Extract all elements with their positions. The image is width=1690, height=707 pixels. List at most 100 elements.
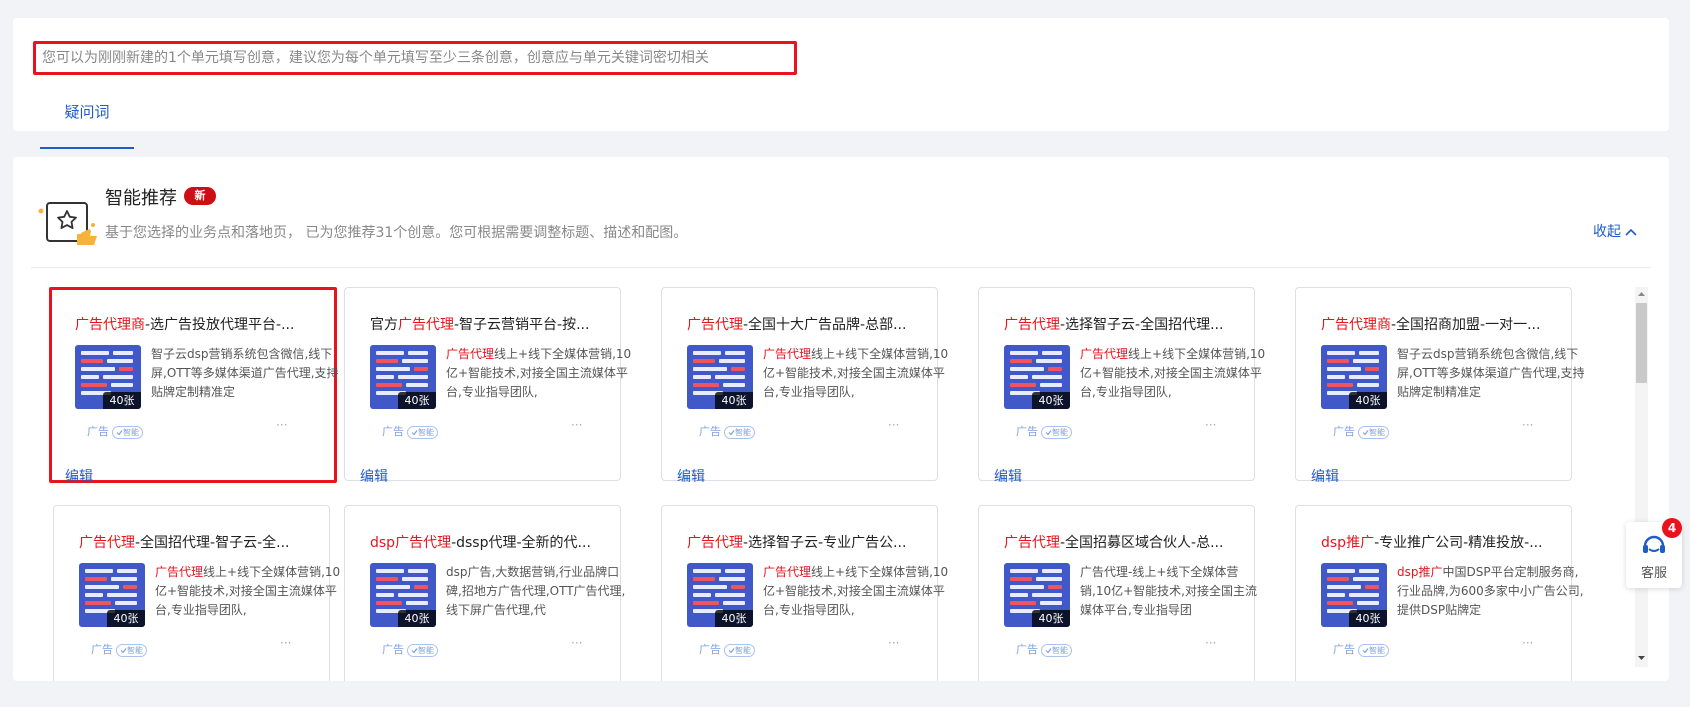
card-description: 广告代理线上+线下全媒体营销,10亿+智能技术,对接全国主流媒体平台,专业指导团… — [763, 345, 951, 402]
card-image[interactable]: 40张 — [1004, 345, 1070, 409]
image-count: 40张 — [715, 610, 753, 627]
card-image[interactable]: 40张 — [75, 345, 141, 409]
creative-card[interactable]: 广告代理-全国招募区域合伙人-总... 40张 广告代理-线上+线下全媒体营销,… — [978, 505, 1257, 681]
title-text: -全国招募区域合伙人-总... — [1060, 535, 1224, 551]
creative-notice: 您可以为刚刚新建的1个单元填写创意，建议您为每个单元填写至少三条创意，创意应与单… — [33, 41, 797, 75]
card-description: 广告代理线上+线下全媒体营销,10亿+智能技术,对接全国主流媒体平台,专业指导团… — [446, 345, 634, 402]
title-text: -全国十大广告品牌-总部... — [743, 317, 907, 333]
check-shield-icon — [728, 429, 735, 435]
card-meta: 广告 智能 — [382, 641, 438, 657]
notification-badge: 4 — [1662, 518, 1682, 538]
desc-text: dsp广告,大数据营销,行业品牌口碑,招地方广告代理,OTT广告代理,线下屏广告… — [446, 565, 626, 617]
title-prefix: 官方 — [370, 317, 398, 333]
meta-label: 广告 — [87, 425, 109, 438]
collapse-button[interactable]: 收起 — [1593, 221, 1637, 241]
card-image[interactable]: 40张 — [79, 563, 145, 627]
desc-text: 广告代理-线上+线下全媒体营销,10亿+智能技术,对接全国主流媒体平台,专业指导… — [1080, 565, 1257, 617]
tab-question-words[interactable]: 疑问词 — [40, 97, 134, 149]
desc-keyword: 广告代理 — [155, 565, 204, 579]
edit-button[interactable]: 编辑 — [994, 466, 1022, 486]
more-options-icon[interactable]: ··· — [1205, 418, 1216, 432]
creative-card[interactable]: 广告代理-选择智子云-专业广告公... 40张 广告代理线上+线下全媒体营销,1… — [661, 505, 948, 681]
card-description: 智子云dsp营销系统包含微信,线下屏,OTT等多媒体渠道广告代理,支持贴牌定制精… — [1397, 345, 1585, 402]
more-options-icon[interactable]: ··· — [888, 418, 899, 432]
smart-badge-label: 智能 — [1369, 427, 1385, 437]
meta-label: 广告 — [382, 425, 404, 438]
smart-badge-label: 智能 — [1369, 645, 1385, 655]
check-shield-icon — [728, 647, 735, 653]
smart-badge: 智能 — [1041, 425, 1072, 439]
card-image[interactable]: 40张 — [370, 563, 436, 627]
title-keyword: 广告代理 — [398, 317, 454, 333]
check-shield-icon — [116, 429, 123, 435]
card-image[interactable]: 40张 — [687, 563, 753, 627]
creative-card[interactable]: 广告代理商-全国招商加盟-一对一... 40张 智子云dsp营销系统包含微信,线… — [1295, 287, 1585, 485]
card-image[interactable]: 40张 — [1321, 345, 1387, 409]
card-meta: 广告 智能 — [1333, 423, 1389, 439]
smart-badge: 智能 — [724, 425, 755, 439]
title-text: -选择智子云-全国招代理... — [1060, 317, 1224, 333]
image-count: 40张 — [398, 610, 436, 627]
more-options-icon[interactable]: ··· — [571, 636, 582, 650]
creative-card[interactable]: dsp广告代理-dssp代理-全新的代... 40张 dsp广告,大数据营销,行… — [344, 505, 625, 681]
card-description: 广告代理-线上+线下全媒体营销,10亿+智能技术,对接全国主流媒体平台,专业指导… — [1080, 563, 1268, 620]
more-options-icon[interactable]: ··· — [1522, 418, 1533, 432]
meta-label: 广告 — [1333, 643, 1355, 656]
meta-label: 广告 — [1016, 643, 1038, 656]
collapse-label: 收起 — [1593, 224, 1621, 240]
card-description: dsp推广中国DSP平台定制服务商,行业品牌,为600多家中小广告公司,提供DS… — [1397, 563, 1585, 620]
scroll-down-icon[interactable] — [1635, 653, 1648, 663]
recommend-title: 智能推荐 — [105, 188, 177, 209]
image-count: 40张 — [398, 392, 436, 409]
creative-card[interactable]: 广告代理-选择智子云-全国招代理... 40张 广告代理线上+线下全媒体营销,1… — [978, 287, 1265, 485]
headset-icon — [1643, 535, 1665, 553]
smart-badge: 智能 — [1041, 643, 1072, 657]
creative-card[interactable]: 广告代理-全国招代理-智子云-全... 40张 广告代理线上+线下全媒体营销,1… — [53, 505, 340, 681]
edit-button[interactable]: 编辑 — [1311, 466, 1339, 486]
creative-card[interactable]: 广告代理商-选广告投放代理平台-... 40张 智子云dsp营销系统包含微信,线… — [49, 287, 339, 486]
title-keyword: dsp广告代理 — [370, 535, 452, 551]
more-options-icon[interactable]: ··· — [1205, 636, 1216, 650]
customer-service-button[interactable]: 客服 4 — [1626, 518, 1682, 588]
edit-button[interactable]: 编辑 — [65, 466, 93, 486]
scroll-up-icon[interactable] — [1635, 289, 1648, 299]
title-text: -智子云营销平台-按... — [454, 317, 590, 333]
card-meta: 广告 智能 — [699, 423, 755, 439]
recommend-description: 基于您选择的业务点和落地页， 已为您推荐31个创意。您可根据需要调整标题、描述和… — [105, 225, 688, 241]
more-options-icon[interactable]: ··· — [280, 636, 291, 650]
desc-keyword: 广告代理 — [446, 347, 495, 361]
desc-text: 智子云dsp营销系统包含微信,线下屏,OTT等多媒体渠道广告代理,支持贴牌定制精… — [1397, 347, 1585, 399]
more-options-icon[interactable]: ··· — [888, 636, 899, 650]
smart-badge: 智能 — [116, 643, 147, 657]
card-image[interactable]: 40张 — [1004, 563, 1070, 627]
title-text: -专业推广公司-精准投放-... — [1374, 535, 1543, 551]
smart-badge-label: 智能 — [123, 427, 139, 437]
smart-badge-label: 智能 — [1052, 427, 1068, 437]
check-shield-icon — [1362, 429, 1369, 435]
more-options-icon[interactable]: ··· — [571, 418, 582, 432]
creative-card[interactable]: dsp推广-专业推广公司-精准投放-... 40张 dsp推广中国DSP平台定制… — [1295, 505, 1584, 681]
smart-badge: 智能 — [1358, 425, 1389, 439]
card-image[interactable]: 40张 — [687, 345, 753, 409]
more-options-icon[interactable]: ··· — [276, 418, 287, 432]
card-image[interactable]: 40张 — [1321, 563, 1387, 627]
scrollbar[interactable] — [1635, 287, 1648, 667]
title-keyword: 广告代理商 — [1321, 317, 1391, 333]
image-count: 40张 — [1349, 392, 1387, 409]
edit-button[interactable]: 编辑 — [360, 466, 388, 486]
edit-button[interactable]: 编辑 — [677, 466, 705, 486]
creative-card[interactable]: 广告代理-全国十大广告品牌-总部... 40张 广告代理线上+线下全媒体营销,1… — [661, 287, 948, 485]
more-options-icon[interactable]: ··· — [1522, 636, 1533, 650]
unit-panel: 您可以为刚刚新建的1个单元填写创意，建议您为每个单元填写至少三条创意，创意应与单… — [13, 18, 1669, 149]
scroll-thumb[interactable] — [1636, 303, 1647, 383]
title-text: -选择智子云-专业广告公... — [743, 535, 907, 551]
card-meta: 广告 智能 — [91, 641, 147, 657]
smart-recommend-panel: 智能推荐 新 基于您选择的业务点和落地页， 已为您推荐31个创意。您可根据需要调… — [13, 157, 1669, 681]
smart-badge-label: 智能 — [127, 645, 143, 655]
desc-text: 智子云dsp营销系统包含微信,线下屏,OTT等多媒体渠道广告代理,支持贴牌定制精… — [151, 347, 339, 399]
smart-badge: 智能 — [407, 425, 438, 439]
image-count: 40张 — [103, 392, 141, 409]
creative-card[interactable]: 官方广告代理-智子云营销平台-按... 40张 广告代理线上+线下全媒体营销,1… — [344, 287, 631, 485]
card-image[interactable]: 40张 — [370, 345, 436, 409]
card-description: dsp广告,大数据营销,行业品牌口碑,招地方广告代理,OTT广告代理,线下屏广告… — [446, 563, 634, 620]
